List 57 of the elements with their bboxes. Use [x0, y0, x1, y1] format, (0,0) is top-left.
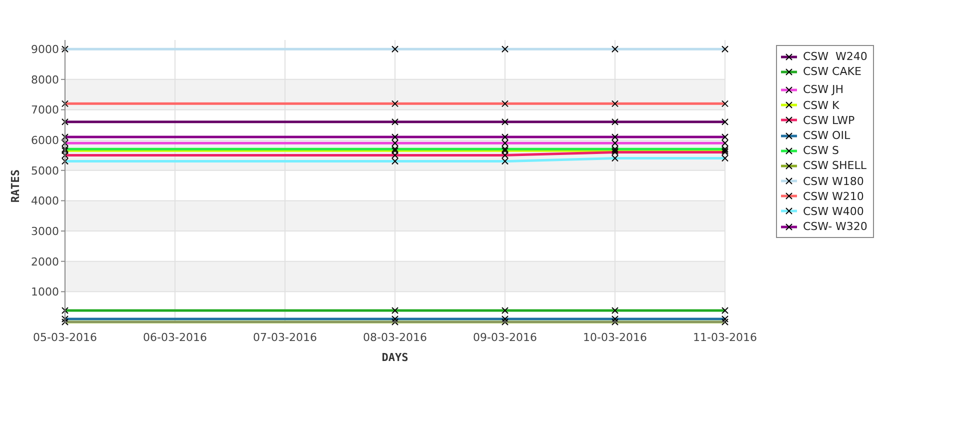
- legend-label: CSW W210: [803, 190, 864, 203]
- legend-swatch-icon: [781, 101, 797, 110]
- legend-swatch-icon: [781, 192, 797, 200]
- tick-label: 6000: [31, 134, 59, 148]
- legend-label: CSW OIL: [803, 129, 850, 142]
- legend-label: CSW W400: [803, 204, 864, 218]
- legend-label: CSW W240: [803, 50, 868, 64]
- data-point-marker: [722, 118, 728, 126]
- legend-label: CSW W180: [803, 174, 864, 188]
- tick-label: 9000: [31, 43, 59, 56]
- data-point-marker: [392, 100, 398, 108]
- data-point-marker: [502, 46, 508, 53]
- data-point-marker: [722, 46, 728, 53]
- data-point-marker: [612, 46, 618, 53]
- legend-swatch-icon: [781, 86, 797, 94]
- axis-title: RATES: [9, 169, 22, 203]
- legend-swatch-icon: [781, 162, 797, 170]
- data-point-marker: [502, 118, 508, 126]
- data-point-marker: [392, 118, 398, 126]
- tick-label: 08-03-2016: [363, 331, 427, 344]
- tick-label: 06-03-2016: [143, 331, 207, 344]
- tick-label: 1000: [31, 286, 59, 299]
- legend-label: CSW- W320: [803, 220, 868, 234]
- tick-label: 05-03-2016: [33, 331, 97, 344]
- legend-swatch-icon: [781, 132, 797, 140]
- tick-label: 8000: [31, 73, 59, 86]
- legend-label: CSW JH: [803, 83, 844, 96]
- data-point-marker: [612, 100, 618, 108]
- legend-swatch-icon: [781, 52, 797, 61]
- data-point-marker: [62, 46, 68, 53]
- legend-label: CSW CAKE: [803, 65, 862, 78]
- axis-title: DAYS: [382, 351, 408, 364]
- data-point-marker: [62, 118, 68, 126]
- legend-label: CSW K: [803, 98, 840, 112]
- legend-swatch-icon: [781, 177, 797, 186]
- legend-swatch-icon: [781, 222, 797, 231]
- legend-swatch-icon: [781, 68, 797, 76]
- data-point-marker: [722, 100, 728, 108]
- data-point-marker: [62, 100, 68, 108]
- tick-label: 11-03-2016: [693, 331, 757, 344]
- tick-label: 5000: [31, 164, 59, 178]
- tick-label: 10-03-2016: [583, 331, 647, 344]
- legend-swatch-icon: [781, 207, 797, 216]
- legend-swatch-icon: [781, 146, 797, 155]
- legend-label: CSW SHELL: [803, 159, 866, 172]
- data-point-marker: [502, 100, 508, 108]
- tick-label: 09-03-2016: [473, 331, 537, 344]
- tick-label: 7000: [31, 104, 59, 117]
- data-point-marker: [612, 118, 618, 126]
- legend-swatch-icon: [781, 116, 797, 124]
- data-point-marker: [392, 46, 398, 53]
- tick-label: 3000: [31, 225, 59, 238]
- tick-label: 4000: [31, 194, 59, 208]
- legend-label: CSW LWP: [803, 114, 855, 127]
- legend-label: CSW S: [803, 144, 840, 158]
- tick-label: 07-03-2016: [253, 331, 317, 344]
- tick-label: 2000: [31, 255, 59, 268]
